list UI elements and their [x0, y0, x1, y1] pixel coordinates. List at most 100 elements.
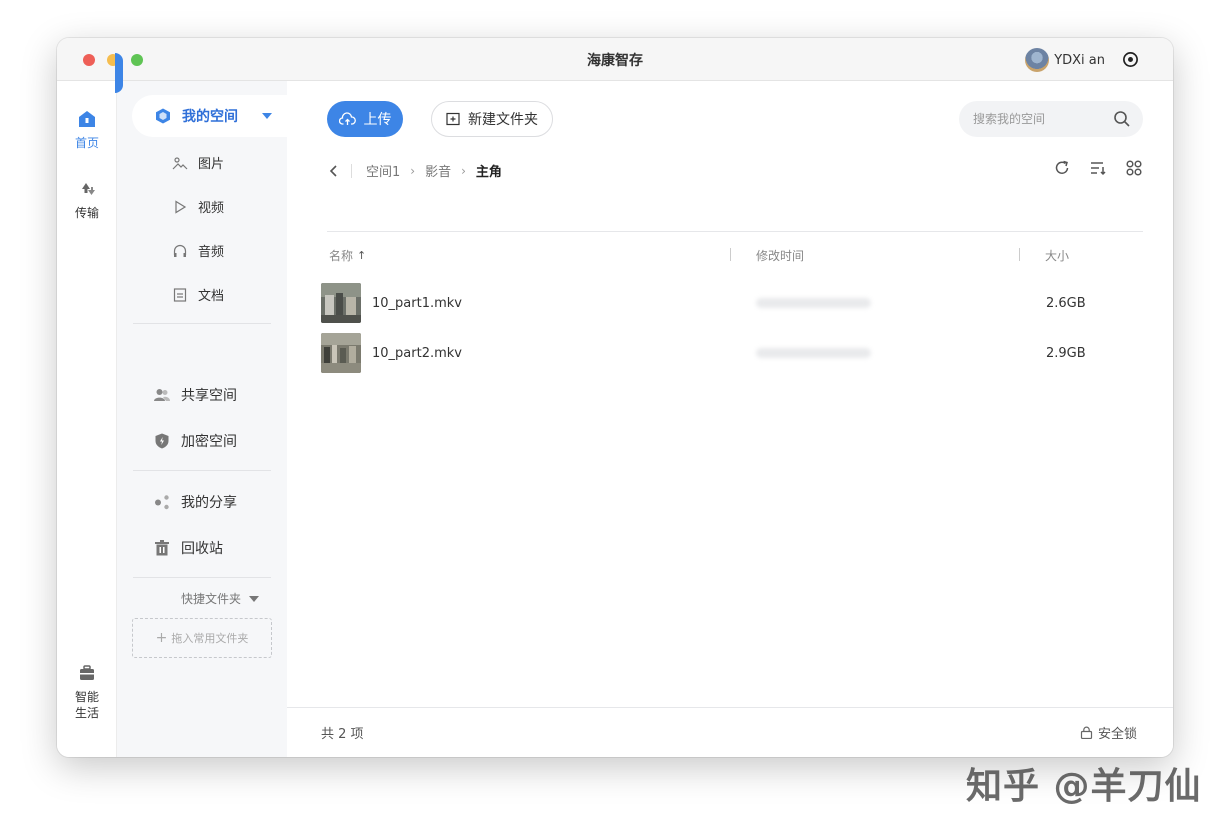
upload-label: 上传	[363, 111, 392, 127]
quick-folder-dropzone[interactable]: + 拖入常用文件夹	[132, 618, 272, 658]
watermark: 知乎 @羊刀仙	[966, 766, 1202, 807]
sidebar-label-documents: 文档	[198, 289, 225, 304]
sidebar-divider	[133, 470, 271, 471]
sidebar-label-pictures: 图片	[198, 157, 225, 172]
transfer-icon	[82, 183, 95, 195]
status-bar: 共 2 项 安全锁	[287, 707, 1173, 757]
sidebar: 我的空间 图片 视频 音频 文档 共享空间 加密空间 我的分享 回收站 快捷文件…	[117, 81, 287, 757]
user-name: YDXi an	[1054, 52, 1105, 68]
sidebar-item-videos[interactable]: 视频	[172, 197, 224, 216]
sidebar-divider	[133, 577, 271, 578]
search-box	[959, 101, 1143, 137]
column-resizer[interactable]	[1019, 248, 1020, 261]
sidebar-item-my-space[interactable]: 我的空间	[132, 95, 287, 137]
rail-label-smart: 智能	[74, 690, 99, 704]
file-size: 2.9GB	[1046, 345, 1086, 361]
home-icon	[79, 111, 95, 127]
rail-item-smart-life[interactable]: 智能 生活	[57, 663, 117, 721]
chevron-right-icon: ›	[410, 163, 416, 178]
grid-view-icon[interactable]	[1125, 159, 1143, 177]
play-icon	[175, 199, 187, 214]
modified-time-blurred	[756, 348, 871, 358]
item-count: 共 2 项	[321, 727, 364, 742]
rail-label-home: 首页	[74, 136, 99, 150]
breadcrumb-divider	[351, 163, 352, 178]
cloud-upload-icon	[338, 112, 356, 125]
app-title: 海康智存	[587, 53, 643, 69]
column-header-name[interactable]: 名称 ↑	[329, 247, 366, 264]
rail-item-transfer[interactable]: 传输	[57, 179, 117, 221]
table-row[interactable]: 10_part1.mkv 2.6GB	[321, 281, 1143, 325]
toolbox-icon	[80, 665, 94, 680]
rail-item-home[interactable]: 首页	[57, 109, 117, 151]
upload-button[interactable]: 上传	[327, 101, 403, 137]
plus-icon: +	[155, 630, 168, 646]
sidebar-item-audio[interactable]: 音频	[172, 241, 224, 260]
column-header-modified[interactable]: 修改时间	[756, 247, 804, 264]
sort-icon[interactable]	[1089, 159, 1107, 177]
sidebar-label-my-share: 我的分享	[181, 495, 237, 511]
new-folder-icon	[446, 112, 460, 126]
video-thumbnail	[321, 333, 361, 373]
file-name: 10_part1.mkv	[372, 295, 462, 311]
sidebar-divider	[133, 323, 271, 324]
new-folder-label: 新建文件夹	[468, 111, 538, 127]
main-panel: 上传 新建文件夹 空间1 › 影音 › 主角 名称 ↑	[287, 81, 1173, 757]
document-icon	[173, 287, 187, 302]
cube-icon	[156, 108, 170, 124]
sidebar-label-my-space: 我的空间	[182, 109, 238, 125]
user-menu[interactable]: YDXi an	[1025, 48, 1105, 72]
video-thumbnail	[321, 283, 361, 323]
column-label-name: 名称	[329, 249, 354, 263]
security-lock-label: 安全锁	[1097, 727, 1137, 742]
settings-icon[interactable]	[1122, 51, 1139, 68]
sidebar-label-videos: 视频	[198, 201, 225, 216]
column-header-size[interactable]: 大小	[1045, 247, 1069, 264]
sidebar-item-documents[interactable]: 文档	[172, 285, 224, 304]
sidebar-item-encrypted-space[interactable]: 加密空间	[153, 431, 237, 451]
left-rail: 首页 传输 智能 生活	[57, 81, 117, 757]
column-label-size: 大小	[1045, 249, 1070, 263]
quick-folder-label: 快捷文件夹	[181, 592, 242, 606]
breadcrumb-item-media[interactable]: 影音	[425, 161, 451, 180]
share-icon	[155, 495, 169, 510]
app-window: 海康智存 YDXi an 首页 传输 智能 生活 我的空间 图片 视频 音频 文…	[57, 38, 1173, 757]
rail-label-life: 生活	[74, 706, 99, 720]
users-icon	[154, 389, 170, 401]
rail-label-transfer: 传输	[74, 206, 99, 220]
modified-time-blurred	[756, 298, 871, 308]
dropzone-hint: 拖入常用文件夹	[171, 632, 249, 645]
search-input[interactable]	[973, 112, 1103, 126]
sidebar-active-indicator	[115, 53, 123, 93]
new-folder-button[interactable]: 新建文件夹	[431, 101, 553, 137]
quick-folder-toggle[interactable]: 快捷文件夹	[181, 590, 260, 607]
refresh-icon[interactable]	[1053, 159, 1071, 177]
file-size: 2.6GB	[1046, 295, 1086, 311]
picture-icon	[172, 156, 188, 169]
back-icon[interactable]	[327, 164, 341, 178]
sidebar-item-pictures[interactable]: 图片	[172, 153, 224, 172]
column-resizer[interactable]	[730, 248, 731, 261]
security-lock-button[interactable]: 安全锁	[1080, 723, 1137, 742]
avatar	[1025, 48, 1050, 72]
sidebar-label-audio: 音频	[198, 245, 225, 260]
sidebar-label-encrypted: 加密空间	[181, 434, 237, 450]
sidebar-label-shared: 共享空间	[181, 388, 237, 404]
view-tools	[1053, 159, 1143, 177]
title-bar: 海康智存 YDXi an	[57, 38, 1173, 81]
chevron-right-icon: ›	[461, 163, 466, 178]
sidebar-item-recycle-bin[interactable]: 回收站	[153, 538, 223, 558]
sort-arrow-up-icon: ↑	[357, 249, 367, 262]
table-row[interactable]: 10_part2.mkv 2.9GB	[321, 331, 1143, 375]
sidebar-item-my-share[interactable]: 我的分享	[153, 492, 237, 512]
lock-icon	[1080, 726, 1093, 739]
breadcrumb-item-space1[interactable]: 空间1	[366, 161, 400, 180]
file-name: 10_part2.mkv	[372, 345, 462, 361]
breadcrumb-item-current: 主角	[475, 165, 502, 180]
sidebar-label-recycle-bin: 回收站	[181, 541, 223, 557]
breadcrumb: 空间1 › 影音 › 主角	[327, 161, 502, 180]
sidebar-item-shared-space[interactable]: 共享空间	[153, 385, 237, 405]
chevron-down-icon[interactable]	[262, 113, 272, 119]
search-icon[interactable]	[1113, 110, 1131, 128]
shield-icon	[155, 433, 169, 449]
